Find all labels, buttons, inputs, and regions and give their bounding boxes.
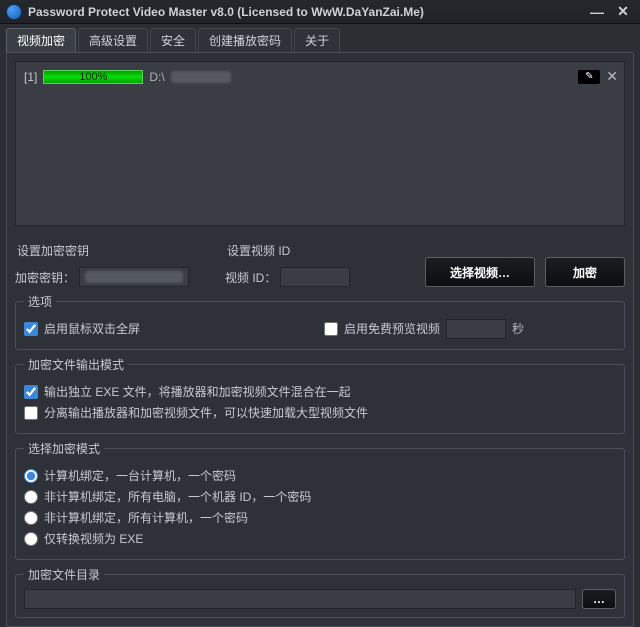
dblclick-fullscreen-input[interactable] [24,322,38,336]
enc-mode-all-pc-input[interactable] [24,511,38,525]
output-single-exe-input[interactable] [24,385,38,399]
encrypt-button[interactable]: 加密 [545,257,625,287]
tab-video-encrypt[interactable]: 视频加密 [6,28,76,52]
enc-mode-pc-bind-input[interactable] [24,469,38,483]
key-label: 加密密钥： [15,269,75,286]
output-single-exe-checkbox[interactable]: 输出独立 EXE 文件，将播放器和加密视频文件混合在一起 [24,383,616,400]
options-group: 选项 启用鼠标双击全屏 启用免费预览视频 秒 [15,293,625,350]
tab-security[interactable]: 安全 [150,28,196,52]
output-dir-legend: 加密文件目录 [24,566,104,583]
browse-output-dir-button[interactable]: … [582,589,616,609]
close-button[interactable]: ✕ [612,4,634,20]
tab-about[interactable]: 关于 [294,28,340,52]
enc-mode-all-pc[interactable]: 非计算机绑定，所有计算机，一个密码 [24,509,616,526]
free-preview-checkbox[interactable]: 启用免费预览视频 [324,320,440,337]
output-separate-checkbox[interactable]: 分离输出播放器和加密视频文件，可以快速加载大型视频文件 [24,404,616,421]
enc-mode-group: 选择加密模式 计算机绑定，一台计算机，一个密码 非计算机绑定，所有电脑，一个机器… [15,440,625,560]
output-mode-group: 加密文件输出模式 输出独立 EXE 文件，将播放器和加密视频文件混合在一起 分离… [15,356,625,434]
file-index: [1] [24,70,37,84]
output-dir-input[interactable] [24,589,576,609]
file-list: [1] 100% D:\ ✎ ✕ [15,61,625,226]
output-mode-legend: 加密文件输出模式 [24,356,128,373]
vid-label: 视频 ID： [225,269,276,286]
minimize-button[interactable]: — [586,4,608,20]
titlebar: Password Protect Video Master v8.0 (Lice… [0,0,640,24]
output-dir-group: 加密文件目录 … [15,566,625,618]
file-progress: 100% [43,70,143,84]
file-row[interactable]: [1] 100% D:\ [24,70,616,84]
app-icon [6,4,22,20]
select-video-button[interactable]: 选择视频… [425,257,535,287]
enc-mode-exe-only[interactable]: 仅转换视频为 EXE [24,530,616,547]
dblclick-fullscreen-checkbox[interactable]: 启用鼠标双击全屏 [24,320,324,337]
file-drive: D:\ [149,70,164,84]
tab-create-password[interactable]: 创建播放密码 [198,28,292,52]
remove-file-button[interactable]: ✕ [606,68,618,85]
vid-section-title: 设置视频 ID [227,242,370,259]
edit-file-button[interactable]: ✎ [578,70,600,84]
enc-mode-exe-only-input[interactable] [24,532,38,546]
free-preview-input[interactable] [324,322,338,336]
tab-advanced[interactable]: 高级设置 [78,28,148,52]
tab-bar: 视频加密 高级设置 安全 创建播放密码 关于 [0,24,640,52]
enc-mode-legend: 选择加密模式 [24,440,104,457]
enc-mode-machineid[interactable]: 非计算机绑定，所有电脑，一个机器 ID，一个密码 [24,488,616,505]
video-id-input[interactable] [280,267,350,287]
options-legend: 选项 [24,293,56,310]
preview-seconds-input[interactable] [446,319,506,339]
file-name-redacted [171,71,231,83]
encryption-key-input[interactable] [79,267,189,287]
output-separate-input[interactable] [24,406,38,420]
main-panel: [1] 100% D:\ ✎ ✕ 设置加密密钥 加密密钥： 设置视频 ID 视频… [6,52,634,627]
seconds-unit: 秒 [512,320,524,337]
enc-mode-machineid-input[interactable] [24,490,38,504]
window-title: Password Protect Video Master v8.0 (Lice… [28,5,582,19]
enc-mode-pc-bind[interactable]: 计算机绑定，一台计算机，一个密码 [24,467,616,484]
key-section-title: 设置加密密钥 [17,242,215,259]
